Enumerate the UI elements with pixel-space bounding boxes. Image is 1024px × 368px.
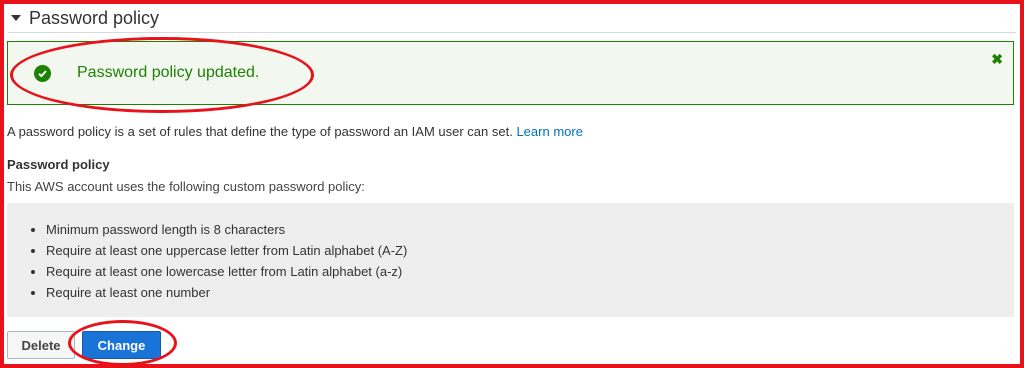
section-title: Password policy (29, 7, 160, 28)
policy-rules-list: Minimum password length is 8 characters … (7, 219, 1014, 303)
list-item: Minimum password length is 8 characters (46, 219, 1014, 240)
policy-description: A password policy is a set of rules that… (7, 124, 583, 139)
close-icon[interactable]: ✖ (991, 52, 1003, 66)
list-item: Require at least one lowercase letter fr… (46, 261, 1014, 282)
delete-button[interactable]: Delete (7, 331, 75, 359)
section-header[interactable]: Password policy (8, 4, 1016, 33)
caret-down-icon[interactable] (11, 15, 21, 21)
policy-intro: This AWS account uses the following cust… (7, 179, 365, 194)
policy-rules-panel: Minimum password length is 8 characters … (7, 203, 1014, 317)
change-button[interactable]: Change (82, 331, 161, 359)
success-alert: Password policy updated. ✖ (7, 41, 1014, 105)
learn-more-link[interactable]: Learn more (516, 124, 582, 139)
check-circle-icon (34, 64, 51, 82)
list-item: Require at least one uppercase letter fr… (46, 240, 1014, 261)
list-item: Require at least one number (46, 282, 1014, 303)
alert-message: Password policy updated. (77, 64, 260, 81)
policy-heading: Password policy (7, 157, 110, 172)
description-text: A password policy is a set of rules that… (7, 124, 513, 139)
